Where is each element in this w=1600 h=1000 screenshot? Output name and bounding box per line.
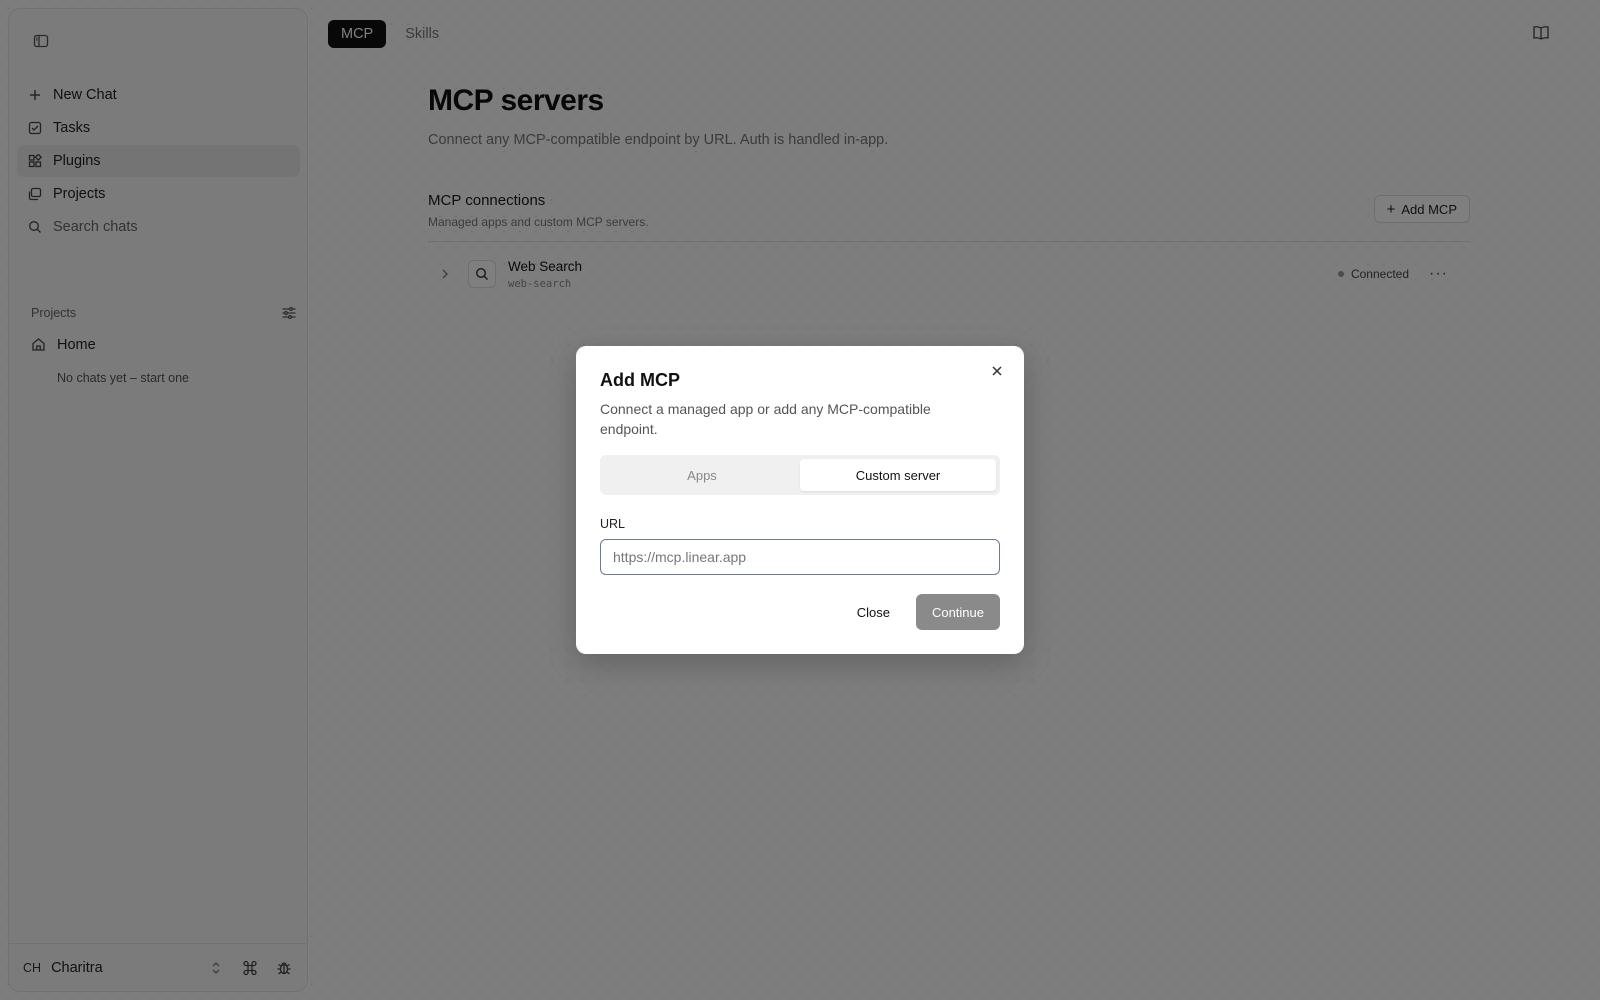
source-segmented-control: Apps Custom server	[600, 455, 1000, 495]
url-label: URL	[600, 517, 626, 531]
dialog-description: Connect a managed app or add any MCP-com…	[600, 401, 931, 437]
dialog-title: Add MCP	[600, 370, 680, 390]
dialog-actions: Close Continue	[841, 594, 1000, 630]
url-input[interactable]	[600, 539, 1000, 575]
continue-button[interactable]: Continue	[915, 594, 1000, 630]
segment-apps[interactable]: Apps	[604, 459, 800, 491]
add-mcp-dialog: Add MCP Connect a managed app or add any…	[576, 346, 1024, 654]
close-icon[interactable]	[990, 364, 1006, 380]
segment-custom-server[interactable]: Custom server	[800, 459, 996, 491]
close-button[interactable]: Close	[841, 594, 906, 630]
